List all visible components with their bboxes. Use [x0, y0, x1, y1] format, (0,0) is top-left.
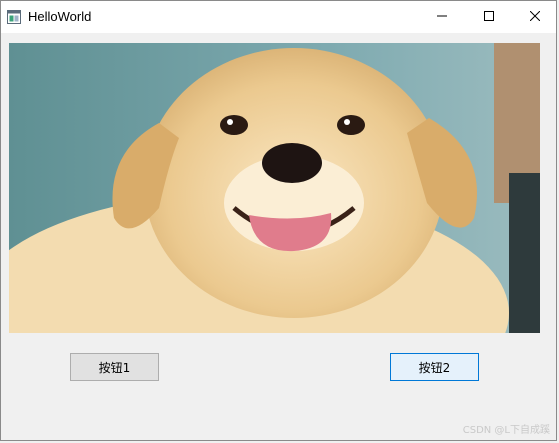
- watermark: CSDN @L下自成蹊: [462, 425, 550, 436]
- button-2[interactable]: 按钮2: [390, 353, 479, 381]
- window-title: HelloWorld: [28, 9, 92, 24]
- close-icon: [529, 10, 541, 24]
- minimize-button[interactable]: [419, 1, 465, 33]
- button-1[interactable]: 按钮1: [70, 353, 159, 381]
- main-window: HelloWorld 按钮1 按钮2 CSDN @L下自成蹊: [0, 0, 557, 441]
- puppy-image: [9, 43, 540, 333]
- title-bar[interactable]: HelloWorld: [1, 1, 556, 33]
- maximize-button[interactable]: [466, 1, 512, 33]
- maximize-icon: [484, 10, 494, 24]
- app-window-icon: [7, 10, 21, 24]
- minimize-icon: [437, 10, 447, 24]
- close-button[interactable]: [512, 1, 558, 33]
